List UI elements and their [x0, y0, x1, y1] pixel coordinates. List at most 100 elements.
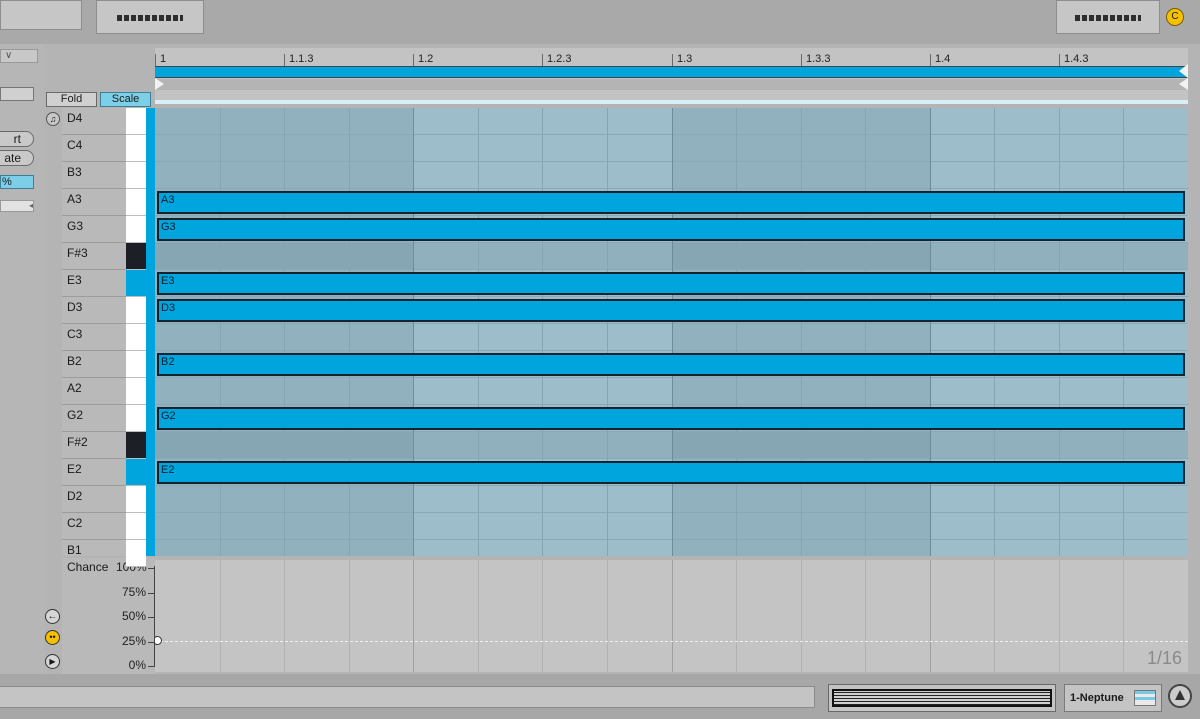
chance-grid-line: [1123, 560, 1124, 672]
piano-key[interactable]: [126, 270, 146, 297]
piano-key[interactable]: [126, 216, 146, 243]
chance-grid-line: [478, 560, 479, 672]
midi-note[interactable]: E2: [157, 461, 1185, 484]
clip-properties-panel: ∨ rt ate % ◂: [0, 44, 44, 674]
chance-lane[interactable]: 1/16: [155, 560, 1188, 672]
overview-meter[interactable]: [832, 689, 1052, 707]
midi-note[interactable]: A3: [157, 191, 1185, 214]
clip-badge-icon[interactable]: C: [1166, 8, 1184, 26]
grid-line: [994, 108, 995, 556]
dropdown-arrow-icon[interactable]: ◂: [0, 200, 34, 212]
piano-key[interactable]: [126, 405, 146, 432]
midi-note[interactable]: D3: [157, 299, 1185, 322]
chance-handle[interactable]: [155, 636, 162, 645]
status-text-field: [0, 686, 815, 708]
midi-note[interactable]: B2: [157, 353, 1185, 376]
piano-key[interactable]: [126, 189, 146, 216]
toggle-view-icon[interactable]: [1168, 684, 1192, 708]
piano-key[interactable]: [126, 540, 146, 567]
key-label: F#3: [62, 243, 126, 270]
key-label: A3: [62, 189, 126, 216]
end-marker-icon[interactable]: [1179, 78, 1188, 90]
piano-key[interactable]: [126, 459, 146, 486]
legate-button[interactable]: ate: [0, 150, 34, 166]
chance-percent-label: 0%: [128, 658, 146, 672]
key-label: C2: [62, 513, 126, 540]
chance-grid-line: [413, 560, 414, 672]
chance-grid-line: [736, 560, 737, 672]
midi-note[interactable]: G3: [157, 218, 1185, 241]
midi-note[interactable]: E3: [157, 272, 1185, 295]
clip-selector-panel[interactable]: [96, 0, 204, 34]
chance-percent-label: 50%: [121, 609, 146, 623]
piano-key[interactable]: [126, 324, 146, 351]
triangle-up-icon: [1175, 690, 1185, 700]
chance-grid-line: [284, 560, 285, 672]
piano-key[interactable]: [126, 135, 146, 162]
midi-note[interactable]: G2: [157, 407, 1185, 430]
ruler-tick: 1.4.3: [1059, 54, 1088, 66]
piano-key[interactable]: [126, 351, 146, 378]
key-label: D2: [62, 486, 126, 513]
chance-grid-line: [607, 560, 608, 672]
piano-key[interactable]: [126, 108, 146, 135]
overview-panel[interactable]: [828, 684, 1056, 712]
key-label: E2: [62, 459, 126, 486]
headphones-icon[interactable]: ♫: [46, 112, 60, 126]
key-label: D3: [62, 297, 126, 324]
key-label: B2: [62, 351, 126, 378]
chance-percent-label: 25%: [121, 633, 146, 648]
grid-line: [349, 108, 350, 556]
start-marker-icon[interactable]: [155, 78, 164, 90]
chance-scale-panel: Chance 100% 75% 50% 25% 0%: [62, 558, 155, 674]
piano-key[interactable]: [126, 297, 146, 324]
start-button[interactable]: rt: [0, 131, 34, 147]
chance-envelope-icon[interactable]: ••: [45, 630, 60, 645]
ruler-tick: 1.1.3: [284, 54, 313, 66]
top-left-panel: [0, 0, 82, 30]
timeline-ruler[interactable]: 1 1.1.3 1.2 1.2.3 1.3 1.3.3 1.4 1.4.3: [155, 48, 1188, 104]
piano-key[interactable]: [126, 513, 146, 540]
scale-highlight-strip: [146, 108, 155, 556]
piano-key[interactable]: [126, 432, 146, 459]
chance-grid-line: [1059, 560, 1060, 672]
grid-line: [478, 108, 479, 556]
ruler-tick: 1.2.3: [542, 54, 571, 66]
grid-quantize-label[interactable]: 1/16: [1147, 648, 1182, 669]
ruler-edge: [155, 100, 1188, 104]
back-arrow-icon[interactable]: ←: [45, 609, 60, 624]
collapse-chevron-icon[interactable]: ∨: [0, 49, 38, 63]
grid-line: [1123, 108, 1124, 556]
grid-line: [413, 108, 414, 556]
loop-end-marker-icon[interactable]: [1179, 64, 1188, 78]
loop-brace[interactable]: [155, 66, 1188, 78]
chance-grid-line: [994, 560, 995, 672]
fold-button[interactable]: Fold: [46, 92, 97, 107]
track-device-icon[interactable]: [1134, 690, 1156, 706]
grid-line: [672, 108, 673, 556]
clip-name-field[interactable]: [0, 87, 34, 101]
key-label: F#2: [62, 432, 126, 459]
chance-grid-line: [542, 560, 543, 672]
chance-grid-line: [349, 560, 350, 672]
selector-dashes: [1075, 15, 1141, 21]
percent-field[interactable]: %: [0, 175, 34, 189]
piano-key[interactable]: [126, 243, 146, 270]
key-label-column: D4 C4 B3 A3 G3 F#3 E3 D3 C3 B2 A2 G2 F#2 E2 D2 C2 B1: [62, 108, 126, 567]
selector-dashes: [117, 15, 183, 21]
key-label: A2: [62, 378, 126, 405]
chance-grid-line: [672, 560, 673, 672]
play-icon[interactable]: ▶: [45, 654, 60, 669]
ruler-tick: 1.2: [413, 54, 433, 66]
ruler-lower-strip: [155, 79, 1188, 90]
scale-button[interactable]: Scale: [100, 92, 151, 107]
grid-line: [801, 108, 802, 556]
piano-key[interactable]: [126, 486, 146, 513]
piano-key[interactable]: [126, 162, 146, 189]
chance-level-line[interactable]: [155, 641, 1188, 642]
note-grid[interactable]: A3 G3 E3 D3 B2 G2 E2: [155, 108, 1188, 556]
grid-line: [284, 108, 285, 556]
piano-key[interactable]: [126, 378, 146, 405]
right-selector-panel[interactable]: [1056, 0, 1160, 34]
ruler-tick: 1.3.3: [801, 54, 830, 66]
